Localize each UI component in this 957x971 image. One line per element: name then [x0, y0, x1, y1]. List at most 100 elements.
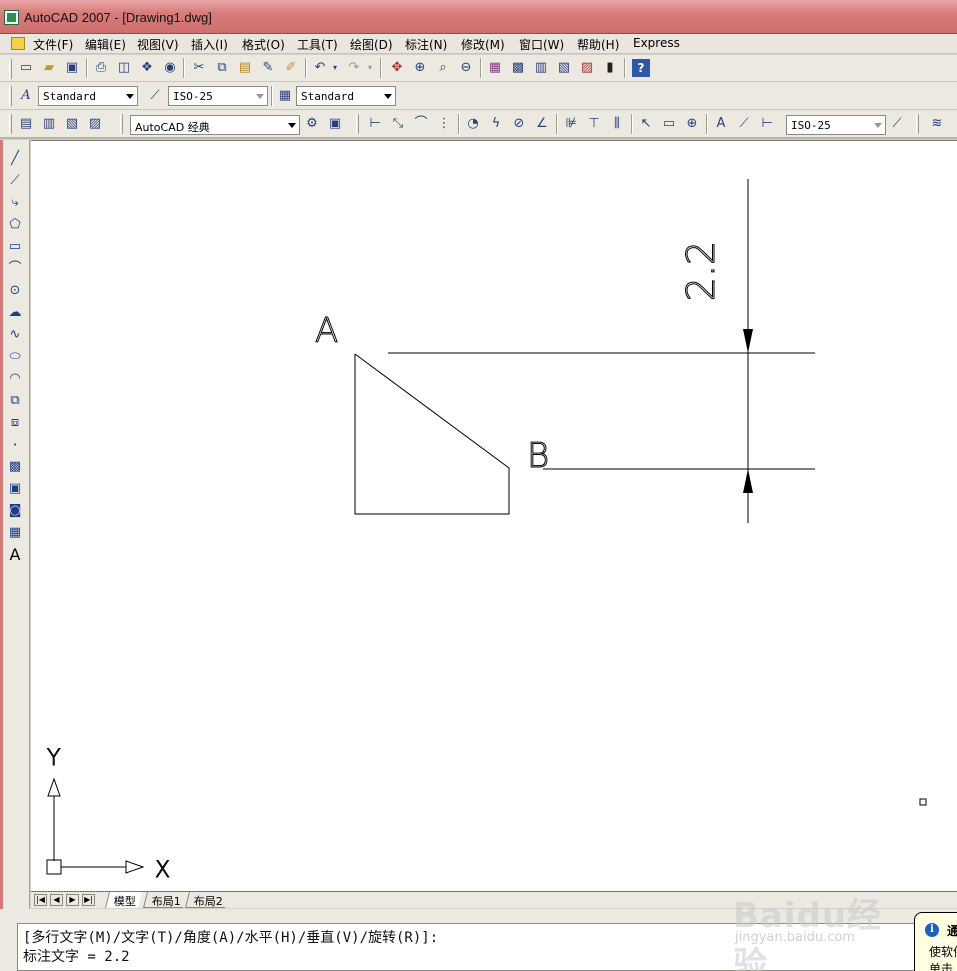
- redo-icon[interactable]: ↷: [345, 59, 363, 77]
- dim-style-select[interactable]: ISO-25: [168, 86, 268, 106]
- hatch-icon[interactable]: ▩: [6, 458, 24, 476]
- chevron-down-icon[interactable]: [874, 123, 882, 128]
- dim-style-icon[interactable]: ⟋: [146, 87, 164, 105]
- paste-icon[interactable]: ▤: [236, 59, 254, 77]
- table-style-select[interactable]: Standard: [296, 86, 396, 106]
- properties-icon[interactable]: ▦: [486, 59, 504, 77]
- dimension-update-icon[interactable]: ⊢: [758, 115, 776, 133]
- table-icon[interactable]: ▦: [6, 524, 24, 542]
- region-icon[interactable]: ◙: [6, 502, 24, 520]
- text-style-icon[interactable]: A: [17, 87, 35, 105]
- menu-dimension[interactable]: 标注(N): [405, 36, 447, 53]
- pan-icon[interactable]: ✥: [388, 59, 406, 77]
- plot-icon[interactable]: ⎙: [92, 59, 110, 77]
- chevron-down-icon[interactable]: [288, 123, 296, 128]
- redo-dropdown-icon[interactable]: ▾: [365, 59, 375, 77]
- point-icon[interactable]: ·: [6, 436, 24, 454]
- chevron-down-icon[interactable]: [126, 94, 134, 99]
- workspace-settings-icon[interactable]: ▥: [40, 115, 58, 133]
- save-icon[interactable]: ▣: [63, 59, 81, 77]
- part-outline[interactable]: [354, 353, 510, 515]
- open-icon[interactable]: ▰: [40, 59, 58, 77]
- chevron-down-icon[interactable]: [256, 94, 264, 99]
- match-properties-icon[interactable]: ✎: [259, 59, 277, 77]
- menu-modify[interactable]: 修改(M): [461, 36, 505, 53]
- 3d-dwf-icon[interactable]: ◉: [161, 59, 179, 77]
- layers-icon[interactable]: ≋: [928, 115, 946, 133]
- command-line[interactable]: [多行文字(M)/文字(T)/角度(A)/水平(H)/垂直(V)/旋转(R)]:…: [17, 923, 915, 971]
- tool-palettes-icon[interactable]: ▥: [532, 59, 550, 77]
- first-tab-icon[interactable]: |◀: [34, 894, 47, 906]
- circle-icon[interactable]: ⊙: [6, 282, 24, 300]
- help-icon[interactable]: ?: [632, 59, 650, 77]
- arc-icon[interactable]: ⌒: [6, 260, 24, 278]
- sheet-set-icon[interactable]: ▧: [555, 59, 573, 77]
- toolbar-grip[interactable]: [9, 86, 12, 106]
- diameter-dimension-icon[interactable]: ⊘: [510, 115, 528, 133]
- quick-leader-icon[interactable]: ↖: [637, 115, 655, 133]
- revision-cloud-icon[interactable]: ☁: [6, 304, 24, 322]
- line-icon[interactable]: ╱: [6, 150, 24, 168]
- autocad-app-icon[interactable]: [4, 10, 19, 25]
- radius-dimension-icon[interactable]: ◔: [464, 115, 482, 133]
- workspace-gear-icon[interactable]: ⚙: [303, 115, 321, 133]
- menu-insert[interactable]: 插入(I): [191, 36, 228, 53]
- ordinate-dimension-icon[interactable]: ⋮: [435, 115, 453, 133]
- document-icon[interactable]: [11, 37, 25, 50]
- aligned-dimension-icon[interactable]: ⤡: [389, 115, 407, 133]
- ellipse-icon[interactable]: ⬭: [6, 348, 24, 366]
- zoom-realtime-icon[interactable]: ⊕: [411, 59, 429, 77]
- tolerance-icon[interactable]: ▭: [660, 115, 678, 133]
- dimension-style-select[interactable]: ISO-25: [786, 115, 886, 135]
- menu-edit[interactable]: 编辑(E): [85, 36, 126, 53]
- center-mark-icon[interactable]: ⊕: [683, 115, 701, 133]
- undo-dropdown-icon[interactable]: ▾: [330, 59, 340, 77]
- layer-previous-icon[interactable]: ▧: [63, 115, 81, 133]
- menu-express[interactable]: Express: [633, 36, 680, 50]
- toolbar-grip[interactable]: [9, 59, 12, 79]
- workspace-icon[interactable]: ▤: [17, 115, 35, 133]
- notification-balloon[interactable]: i 通 使软件 单击: [914, 912, 957, 971]
- angular-dimension-icon[interactable]: ∠: [533, 115, 551, 133]
- insert-block-icon[interactable]: ⧉: [6, 392, 24, 410]
- tab-model[interactable]: 模型: [105, 892, 142, 908]
- layer-states-icon[interactable]: ▨: [86, 115, 104, 133]
- plot-preview-icon[interactable]: ◫: [115, 59, 133, 77]
- zoom-previous-icon[interactable]: ⊖: [457, 59, 475, 77]
- menu-help[interactable]: 帮助(H): [577, 36, 619, 53]
- polygon-icon[interactable]: ⬠: [6, 216, 24, 234]
- quick-dimension-icon[interactable]: ⊯: [562, 115, 580, 133]
- last-tab-icon[interactable]: ▶|: [82, 894, 95, 906]
- copy-icon[interactable]: ⧉: [213, 59, 231, 77]
- arc-length-icon[interactable]: ⌒: [412, 115, 430, 133]
- table-style-icon[interactable]: ▦: [276, 87, 294, 105]
- text-style-select[interactable]: Standard: [38, 86, 138, 106]
- dimension-text[interactable]: 2.2: [679, 240, 724, 301]
- drawing-canvas[interactable]: A B 2.2 Y X: [31, 140, 957, 891]
- gradient-icon[interactable]: ▣: [6, 480, 24, 498]
- menu-tools[interactable]: 工具(T): [297, 36, 338, 53]
- make-block-icon[interactable]: ⧈: [6, 414, 24, 432]
- construction-line-icon[interactable]: ⟋: [6, 172, 24, 190]
- dimension-edit-icon[interactable]: A: [712, 115, 730, 133]
- publish-icon[interactable]: ❖: [138, 59, 156, 77]
- spline-icon[interactable]: ∿: [6, 326, 24, 344]
- jogged-dimension-icon[interactable]: ϟ: [487, 115, 505, 133]
- tab-layout1[interactable]: 布局1: [143, 892, 187, 908]
- next-tab-icon[interactable]: ▶: [66, 894, 79, 906]
- markup-icon[interactable]: ▨: [578, 59, 596, 77]
- prev-tab-icon[interactable]: ◀: [50, 894, 63, 906]
- workspace-save-icon[interactable]: ▣: [326, 115, 344, 133]
- dimension-style-manager-icon[interactable]: ⟋: [888, 115, 906, 133]
- menu-format[interactable]: 格式(O): [242, 36, 285, 53]
- polyline-icon[interactable]: ⤷: [6, 194, 24, 212]
- chevron-down-icon[interactable]: [384, 94, 392, 99]
- linear-dimension-icon[interactable]: ⊢: [366, 115, 384, 133]
- ellipse-arc-icon[interactable]: ◠: [6, 370, 24, 388]
- block-editor-icon[interactable]: ✐: [282, 59, 300, 77]
- new-icon[interactable]: ▭: [17, 59, 35, 77]
- quickcalc-icon[interactable]: ▮: [601, 59, 619, 77]
- dimension-text-edit-icon[interactable]: ⟋: [735, 115, 753, 133]
- menu-window[interactable]: 窗口(W): [519, 36, 564, 53]
- menu-draw[interactable]: 绘图(D): [350, 36, 393, 53]
